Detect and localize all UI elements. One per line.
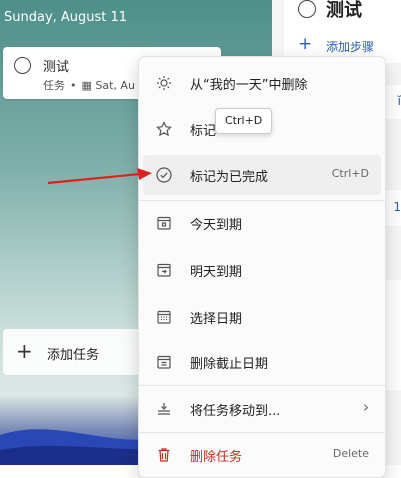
- menu-item-shortcut: Delete: [332, 447, 369, 460]
- sun-icon: [157, 76, 171, 90]
- calendar-today-icon: [157, 216, 171, 230]
- complete-circle-icon[interactable]: [14, 57, 31, 74]
- menu-item-label: 明天到期: [190, 265, 243, 280]
- menu-item-label: 将任务移动到...: [190, 404, 281, 419]
- plus-icon: +: [16, 339, 33, 363]
- menu-item-mark-complete[interactable]: 标记为已完成 Ctrl+D: [143, 155, 381, 195]
- calendar-icon: [157, 310, 171, 324]
- menu-divider: [139, 385, 385, 386]
- date-label: Sunday, August 11: [4, 10, 128, 25]
- trash-icon: [158, 448, 170, 462]
- plus-icon: +: [298, 34, 313, 54]
- move-list-icon: [158, 403, 170, 415]
- menu-item-shortcut: Ctrl+D: [331, 167, 369, 180]
- calendar-icon: ▦: [81, 79, 92, 92]
- menu-item-pick-date[interactable]: 选择日期: [143, 297, 381, 337]
- calendar-next-icon: [157, 263, 171, 277]
- menu-item-label: 删除任务: [190, 450, 243, 465]
- blue-edge: 1: [393, 200, 401, 214]
- blue-edge: ĭ: [397, 94, 401, 108]
- chevron-right-icon: ›: [363, 398, 369, 416]
- separator-dot: •: [70, 79, 77, 92]
- calendar-remove-icon: [157, 355, 171, 369]
- menu-item-label: 选择日期: [190, 312, 243, 327]
- star-icon: [156, 121, 172, 137]
- task-due: Sat, Au: [95, 79, 135, 92]
- menu-item-due-today[interactable]: 今天到期: [143, 203, 381, 243]
- shortcut-tooltip: Ctrl+D: [215, 108, 273, 134]
- menu-item-remove-due-date[interactable]: 删除截止日期: [143, 342, 381, 382]
- task-meta: 任务 • ▦ Sat, Au: [43, 77, 135, 93]
- annotation-arrow: [47, 168, 152, 185]
- task-title: 测试: [43, 60, 70, 75]
- menu-item-delete-task[interactable]: 删除任务 Delete: [143, 435, 381, 475]
- menu-item-label: 今天到期: [190, 218, 243, 233]
- add-step-button[interactable]: 添加步骤: [326, 38, 374, 55]
- menu-item-remove-my-day[interactable]: 从“我的一天”中删除: [143, 63, 381, 103]
- menu-item-label: 标记: [190, 124, 217, 139]
- add-task-label: 添加任务: [47, 348, 100, 363]
- complete-circle-icon[interactable]: [298, 0, 316, 18]
- menu-item-move-task[interactable]: 将任务移动到... ›: [143, 389, 381, 429]
- detail-title: 测试: [326, 0, 362, 21]
- menu-item-label: 删除截止日期: [190, 357, 269, 372]
- menu-item-label: 标记为已完成: [190, 170, 269, 185]
- menu-item-due-tomorrow[interactable]: 明天到期: [143, 250, 381, 290]
- menu-divider: [139, 200, 385, 201]
- task-category: 任务: [43, 79, 65, 92]
- menu-divider: [139, 432, 385, 433]
- menu-item-label: 从“我的一天”中删除: [190, 78, 308, 93]
